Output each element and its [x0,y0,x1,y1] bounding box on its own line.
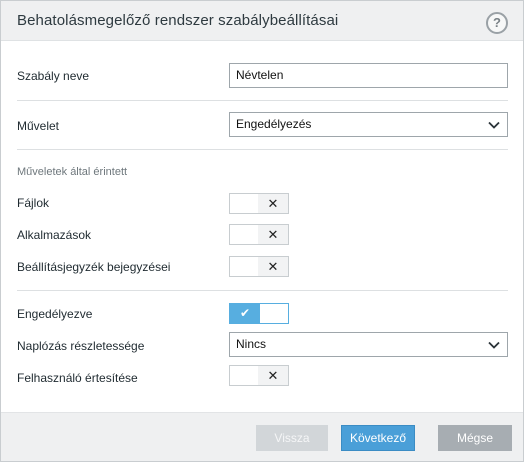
help-icon[interactable]: ? [486,12,508,34]
notify-label: Felhasználó értesítése [17,371,138,385]
chevron-down-icon [488,341,500,349]
divider [17,149,508,150]
enabled-label: Engedélyezve [17,307,93,321]
divider [17,290,508,291]
affected-section-label: Műveletek által érintett [17,166,128,178]
action-select-value: Engedélyezés [236,117,312,131]
logging-select[interactable]: Nincs [229,332,508,357]
close-icon: ✕ [258,225,288,244]
logging-label: Naplózás részletessége [17,339,145,353]
files-label: Fájlok [17,196,50,210]
rule-settings-dialog: Behatolásmegelőző rendszer szabálybeállí… [0,0,524,462]
chevron-down-icon [488,121,500,129]
dialog-footer: Vissza Következő Mégse [1,412,523,461]
cancel-button[interactable]: Mégse [438,425,512,451]
dialog-title: Behatolásmegelőző rendszer szabálybeállí… [17,12,339,29]
dialog-header: Behatolásmegelőző rendszer szabálybeállí… [1,1,523,41]
close-icon: ✕ [258,366,288,385]
close-icon: ✕ [258,194,288,213]
registry-label: Beállításjegyzék bejegyzései [17,260,171,274]
applications-toggle[interactable]: ✕ [229,224,289,245]
action-select[interactable]: Engedélyezés [229,112,508,137]
action-label: Művelet [17,119,60,133]
files-toggle[interactable]: ✕ [229,193,289,214]
next-button[interactable]: Következő [341,425,415,451]
applications-label: Alkalmazások [17,228,92,242]
registry-toggle[interactable]: ✕ [229,256,289,277]
notify-toggle[interactable]: ✕ [229,365,289,386]
divider [17,100,508,101]
back-button[interactable]: Vissza [256,425,328,451]
rule-name-input[interactable]: Névtelen [229,63,508,88]
logging-select-value: Nincs [236,337,267,351]
close-icon: ✕ [258,257,288,276]
check-icon: ✔ [230,304,260,323]
rule-name-label: Szabály neve [17,69,90,83]
enabled-toggle[interactable]: ✔ [229,303,289,324]
